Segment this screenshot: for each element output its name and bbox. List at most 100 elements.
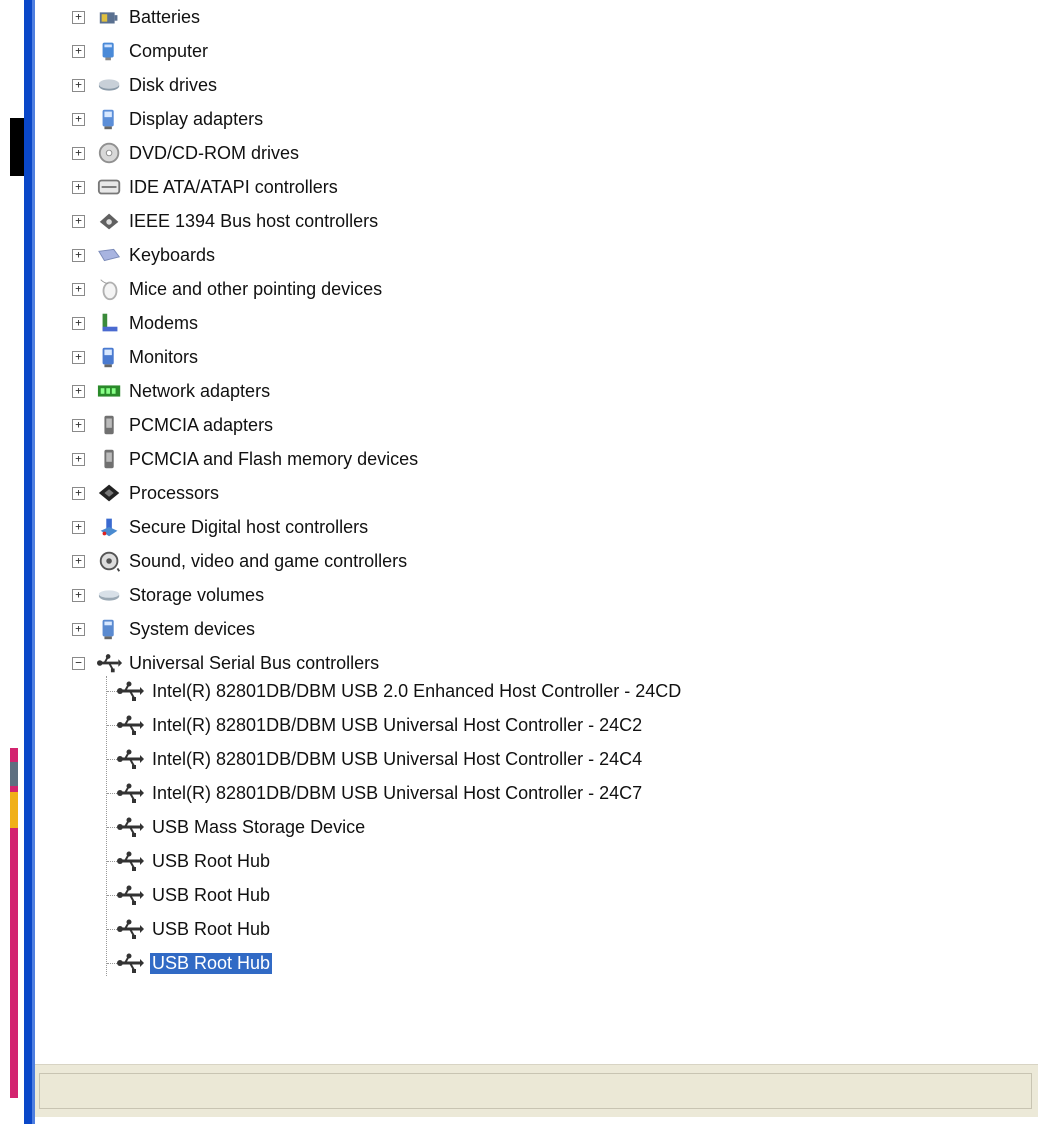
- usb-icon: [114, 882, 148, 908]
- network-adapter-icon: [97, 379, 123, 403]
- display-adapter-icon: [97, 107, 123, 131]
- tree-category-ieee-1394-bus-host-controllers[interactable]: + IEEE 1394 Bus host controllers: [72, 206, 380, 236]
- dvd-drive-icon: [97, 141, 123, 165]
- tree-category-storage-volumes[interactable]: + Storage volumes: [72, 580, 266, 610]
- tree-category-label: Mice and other pointing devices: [129, 278, 383, 299]
- usb-icon: [97, 651, 123, 675]
- tree-connector-line: [106, 676, 107, 976]
- tree-category-label: Batteries: [129, 6, 201, 27]
- expand-toggle[interactable]: +: [72, 418, 85, 432]
- tree-category-pcmcia-and-flash-memory-devices[interactable]: + PCMCIA and Flash memory devices: [72, 444, 420, 474]
- tree-category-label: Secure Digital host controllers: [129, 516, 369, 537]
- usb-device-item[interactable]: USB Root Hub: [114, 914, 272, 944]
- expand-toggle[interactable]: +: [72, 44, 85, 58]
- usb-icon: [114, 848, 148, 874]
- tree-category-processors[interactable]: + Processors: [72, 478, 221, 508]
- tree-category-label: PCMCIA adapters: [129, 414, 274, 435]
- expand-toggle[interactable]: +: [72, 486, 85, 500]
- tree-category-label: Processors: [129, 482, 220, 503]
- usb-icon: [114, 916, 148, 942]
- mouse-icon: [97, 277, 123, 301]
- status-bar: [35, 1064, 1038, 1117]
- expand-toggle[interactable]: +: [72, 214, 85, 228]
- expand-toggle[interactable]: +: [72, 588, 85, 602]
- expand-toggle[interactable]: +: [72, 10, 85, 24]
- tree-category-label: System devices: [129, 618, 256, 639]
- expand-toggle[interactable]: +: [72, 350, 85, 364]
- tree-category-disk-drives[interactable]: + Disk drives: [72, 70, 219, 100]
- tree-category-label: PCMCIA and Flash memory devices: [129, 448, 419, 469]
- usb-device-label: Intel(R) 82801DB/DBM USB Universal Host …: [152, 748, 643, 769]
- battery-icon: [97, 5, 123, 29]
- disk-drive-icon: [97, 73, 123, 97]
- tree-category-label: Display adapters: [129, 108, 264, 129]
- expand-toggle[interactable]: +: [72, 622, 85, 636]
- expand-toggle[interactable]: +: [72, 112, 85, 126]
- usb-icon: [114, 814, 148, 840]
- usb-icon: [114, 712, 148, 738]
- usb-device-label: USB Root Hub: [152, 884, 271, 905]
- usb-icon: [114, 950, 148, 976]
- usb-icon: [114, 746, 148, 772]
- device-tree[interactable]: + Batteries + Computer + Disk drives + Display …: [0, 0, 1049, 1060]
- tree-category-label: IEEE 1394 Bus host controllers: [129, 210, 379, 231]
- tree-category-label: Network adapters: [129, 380, 271, 401]
- tree-category-sound-video-and-game-controllers[interactable]: + Sound, video and game controllers: [72, 546, 409, 576]
- expand-toggle[interactable]: +: [72, 78, 85, 92]
- tree-category-keyboards[interactable]: + Keyboards: [72, 240, 217, 270]
- tree-category-computer[interactable]: + Computer: [72, 36, 210, 66]
- tree-category-mice-and-other-pointing-devices[interactable]: + Mice and other pointing devices: [72, 274, 384, 304]
- usb-device-item[interactable]: USB Mass Storage Device: [114, 812, 367, 842]
- expand-toggle[interactable]: +: [72, 180, 85, 194]
- tree-category-monitors[interactable]: + Monitors: [72, 342, 200, 372]
- tree-category-label: Disk drives: [129, 74, 218, 95]
- system-devices-icon: [97, 617, 123, 641]
- computer-icon: [97, 39, 123, 63]
- tree-category-ide-ata-atapi-controllers[interactable]: + IDE ATA/ATAPI controllers: [72, 172, 340, 202]
- usb-device-item[interactable]: Intel(R) 82801DB/DBM USB Universal Host …: [114, 744, 644, 774]
- usb-device-item[interactable]: Intel(R) 82801DB/DBM USB Universal Host …: [114, 778, 644, 808]
- tree-category-label: Monitors: [129, 346, 199, 367]
- tree-category-dvd-cd-rom-drives[interactable]: + DVD/CD-ROM drives: [72, 138, 301, 168]
- usb-device-label: Intel(R) 82801DB/DBM USB Universal Host …: [152, 714, 643, 735]
- ieee1394-icon: [97, 209, 123, 233]
- expand-toggle[interactable]: +: [72, 520, 85, 534]
- usb-icon: [114, 678, 148, 704]
- expand-toggle[interactable]: +: [72, 384, 85, 398]
- tree-category-batteries[interactable]: + Batteries: [72, 2, 202, 32]
- usb-device-item[interactable]: USB Root Hub: [114, 846, 272, 876]
- modem-icon: [97, 311, 123, 335]
- tree-category-label: Universal Serial Bus controllers: [129, 652, 380, 673]
- expand-toggle[interactable]: +: [72, 282, 85, 296]
- usb-device-label: Intel(R) 82801DB/DBM USB Universal Host …: [152, 782, 643, 803]
- usb-device-label: Intel(R) 82801DB/DBM USB 2.0 Enhanced Ho…: [152, 680, 682, 701]
- collapse-toggle[interactable]: −: [72, 656, 85, 670]
- tree-category-secure-digital-host-controllers[interactable]: + Secure Digital host controllers: [72, 512, 370, 542]
- tree-category-system-devices[interactable]: + System devices: [72, 614, 257, 644]
- tree-category-label: IDE ATA/ATAPI controllers: [129, 176, 338, 197]
- tree-category-network-adapters[interactable]: + Network adapters: [72, 376, 272, 406]
- expand-toggle[interactable]: +: [72, 554, 85, 568]
- tree-category-label: Keyboards: [129, 244, 216, 265]
- tree-category-universal-serial-bus-controllers[interactable]: − Universal Serial Bus controllers: [72, 648, 381, 678]
- expand-toggle[interactable]: +: [72, 316, 85, 330]
- tree-category-display-adapters[interactable]: + Display adapters: [72, 104, 265, 134]
- tree-category-pcmcia-adapters[interactable]: + PCMCIA adapters: [72, 410, 275, 440]
- usb-device-item[interactable]: Intel(R) 82801DB/DBM USB 2.0 Enhanced Ho…: [114, 676, 683, 706]
- usb-device-item[interactable]: USB Root Hub: [114, 880, 272, 910]
- expand-toggle[interactable]: +: [72, 146, 85, 160]
- expand-toggle[interactable]: +: [72, 248, 85, 262]
- usb-device-item[interactable]: USB Root Hub: [114, 948, 273, 978]
- tree-category-label: Sound, video and game controllers: [129, 550, 408, 571]
- usb-device-item[interactable]: Intel(R) 82801DB/DBM USB Universal Host …: [114, 710, 644, 740]
- tree-category-label: Modems: [129, 312, 199, 333]
- monitor-icon: [97, 345, 123, 369]
- expand-toggle[interactable]: +: [72, 452, 85, 466]
- sd-controller-icon: [97, 515, 123, 539]
- pcmcia-icon: [97, 413, 123, 437]
- tree-category-modems[interactable]: + Modems: [72, 308, 200, 338]
- sound-icon: [97, 549, 123, 573]
- keyboard-icon: [97, 243, 123, 267]
- tree-category-label: Storage volumes: [129, 584, 265, 605]
- tree-category-label: Computer: [129, 40, 209, 61]
